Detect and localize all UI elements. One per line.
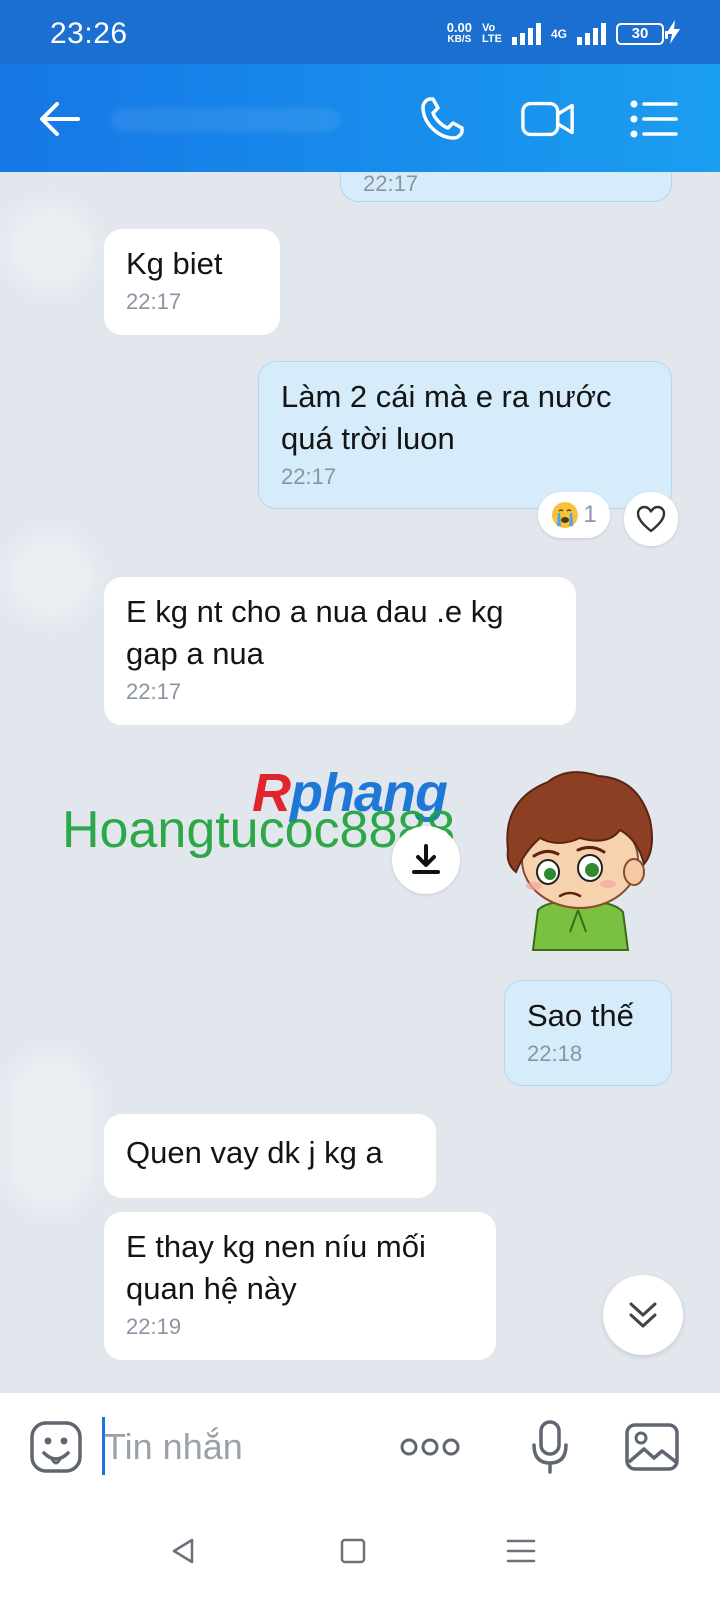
volte-indicator: Vo LTE <box>482 23 502 45</box>
arrow-left-icon <box>40 102 80 136</box>
chat-header <box>0 64 720 172</box>
message-bubble-incoming[interactable]: E kg nt cho a nua dau .e kg gap a nua 22… <box>104 577 576 725</box>
double-chevron-down-icon <box>629 1302 657 1328</box>
message-time: 22:17 <box>126 679 182 704</box>
status-indicators: 0.00 KB/S Vo LTE 4G 30 <box>446 18 668 50</box>
message-bubble-incoming[interactable]: Kg biet 22:17 <box>104 229 280 335</box>
sad-boy-sticker[interactable] <box>488 760 668 960</box>
voice-message-button[interactable] <box>516 1413 584 1481</box>
message-composer <box>0 1392 720 1500</box>
microphone-icon <box>532 1420 568 1474</box>
voice-call-button[interactable] <box>414 91 470 147</box>
avatar <box>6 532 96 622</box>
scroll-to-bottom-button[interactable] <box>603 1275 683 1355</box>
menu-button[interactable] <box>626 91 682 147</box>
signal-strength-icon <box>511 23 541 45</box>
message-time: 22:17 <box>126 289 182 314</box>
message-text: Sao thế <box>527 998 634 1033</box>
volte-line2: LTE <box>482 33 502 45</box>
message-bubble-incoming[interactable]: Quen vay dk j kg a <box>104 1114 436 1198</box>
status-time: 23:26 <box>50 17 128 50</box>
sticker-face-icon <box>30 1421 82 1473</box>
system-nav-bar <box>0 1500 720 1600</box>
message-text: Quen vay dk j kg a <box>126 1135 383 1170</box>
more-dots-icon <box>400 1438 460 1456</box>
nav-recents-button[interactable] <box>496 1526 546 1576</box>
reaction-count: 1 <box>583 501 597 528</box>
download-button[interactable] <box>392 826 460 894</box>
avatar <box>6 1052 96 1212</box>
like-button[interactable] <box>624 492 678 546</box>
network-speed: 0.00 KB/S <box>446 20 473 46</box>
avatar <box>6 202 96 292</box>
more-options-button[interactable] <box>396 1413 464 1481</box>
contact-name[interactable] <box>110 108 340 132</box>
message-bubble-incoming[interactable]: E thay kg nen níu mối quan hệ này 22:19 <box>104 1212 496 1360</box>
battery-level: 30 <box>631 25 649 42</box>
list-menu-icon <box>630 100 678 138</box>
image-icon <box>625 1423 679 1471</box>
message-bubble-outgoing[interactable]: Làm 2 cái mà e ra nước quá trời luon 22:… <box>258 361 672 509</box>
reaction-summary[interactable]: 1 <box>538 492 610 538</box>
nav-home-button[interactable] <box>328 1526 378 1576</box>
heart-icon <box>636 505 666 533</box>
emoji-button[interactable] <box>22 1413 90 1481</box>
signal-strength-icon-2 <box>577 23 606 45</box>
triangle-back-icon <box>172 1538 194 1564</box>
message-text: E thay kg nen níu mối quan hệ này <box>126 1229 426 1306</box>
status-bar: 23:26 0.00 KB/S Vo LTE 4G 30 <box>0 0 720 64</box>
message-bubble-outgoing[interactable]: Sao thế 22:18 <box>504 980 672 1086</box>
message-input[interactable] <box>104 1421 384 1473</box>
network-type: 4G <box>550 27 567 41</box>
video-camera-icon <box>521 101 574 137</box>
message-text: Kg biet <box>126 246 223 281</box>
charging-icon <box>666 20 680 44</box>
hamburger-recents-icon <box>506 1539 536 1563</box>
battery-icon: 30 <box>616 23 668 45</box>
message-text: Làm 2 cái mà e ra nước quá trời luon <box>281 379 612 456</box>
download-icon <box>412 844 440 874</box>
message-time: 22:18 <box>527 1041 583 1066</box>
message-time: 22:19 <box>126 1314 182 1339</box>
nav-back-button[interactable] <box>158 1526 208 1576</box>
gallery-button[interactable] <box>618 1413 686 1481</box>
back-button[interactable] <box>32 91 88 147</box>
speed-value: 0.00 <box>446 20 473 35</box>
square-home-icon <box>340 1538 366 1564</box>
message-time: 22:17 <box>363 172 419 196</box>
speed-unit: KB/S <box>447 34 472 45</box>
message-bubble-outgoing[interactable]: 22:17 <box>340 172 672 202</box>
message-text: E kg nt cho a nua dau .e kg gap a nua <box>126 594 504 671</box>
crying-emoji-icon <box>552 502 579 528</box>
message-time: 22:17 <box>281 464 337 489</box>
video-call-button[interactable] <box>520 91 576 147</box>
phone-icon <box>421 97 464 140</box>
